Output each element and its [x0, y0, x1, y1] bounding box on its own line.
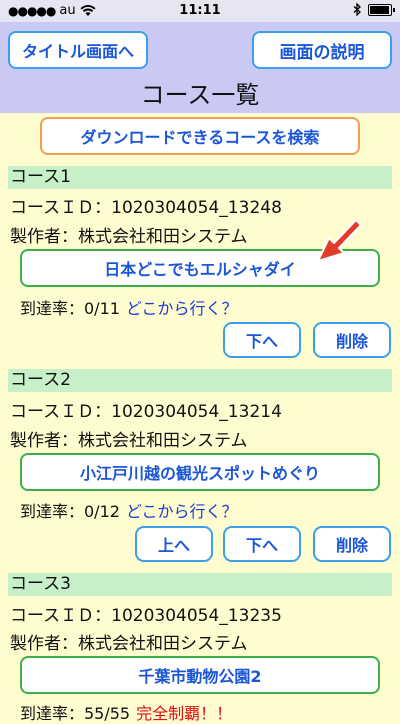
- progress-text: 到達率：0/12: [20, 502, 120, 521]
- course-id: コースＩＤ：1020304054_13248: [10, 198, 282, 218]
- course-maker: 製作者：株式会社和田システム: [10, 227, 248, 247]
- pointer-arrow-icon: [317, 219, 362, 262]
- search-downloadable-courses-button[interactable]: ダウンロードできるコースを検索: [40, 117, 360, 155]
- move-up-button[interactable]: 上へ: [135, 526, 213, 562]
- screen-help-button[interactable]: 画面の説明: [252, 31, 392, 69]
- course-progress: 到達率：55/55 完全制覇！！: [20, 700, 232, 724]
- course-id: コースＩＤ：1020304054_13235: [10, 606, 282, 626]
- back-to-title-button[interactable]: タイトル画面へ: [8, 31, 148, 69]
- course-maker: 製作者：株式会社和田システム: [10, 634, 248, 654]
- bluetooth-icon: [353, 3, 361, 16]
- course-name-button[interactable]: 千葉市動物公園2: [20, 656, 380, 694]
- course-progress: 到達率：0/12 どこから行く？: [20, 498, 237, 522]
- course-heading: コース1: [8, 166, 392, 189]
- course-maker: 製作者：株式会社和田システム: [10, 431, 248, 451]
- course-heading: コース3: [8, 573, 392, 596]
- status-time: 11:11: [179, 3, 221, 18]
- move-down-button[interactable]: 下へ: [223, 322, 301, 358]
- course-id: コースＩＤ：1020304054_13214: [10, 402, 282, 422]
- where-to-go-link[interactable]: どこから行く？: [126, 502, 238, 521]
- delete-button[interactable]: 削除: [313, 322, 391, 358]
- status-bar: ●●●●● au 11:11: [0, 0, 400, 22]
- course-name-button[interactable]: 小江戸川越の観光スポットめぐり: [20, 453, 380, 491]
- complete-status: 完全制覇！！: [136, 704, 233, 723]
- page-title: コース一覧: [140, 81, 260, 109]
- where-to-go-link[interactable]: どこから行く？: [126, 299, 238, 318]
- course-heading: コース2: [8, 369, 392, 392]
- move-down-button[interactable]: 下へ: [223, 526, 301, 562]
- battery-icon: [368, 3, 395, 16]
- progress-text: 到達率：55/55: [20, 704, 131, 723]
- header: タイトル画面へ 画面の説明 コース一覧: [0, 22, 400, 113]
- progress-text: 到達率：0/11: [20, 299, 120, 318]
- course-progress: 到達率：0/11 どこから行く？: [20, 295, 237, 319]
- delete-button[interactable]: 削除: [313, 526, 391, 562]
